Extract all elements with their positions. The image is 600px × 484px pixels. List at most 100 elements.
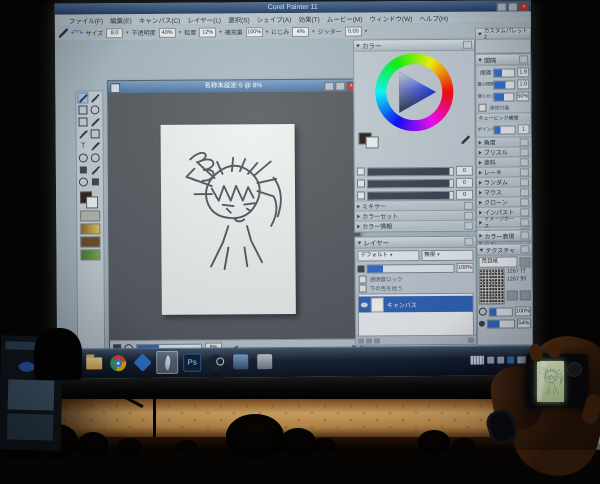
- scissors-tool-icon[interactable]: [78, 152, 89, 163]
- rotate-page-tool-icon[interactable]: [90, 152, 101, 163]
- layer-row-canvas[interactable]: キャンバス: [359, 296, 473, 313]
- brush-panel-rake[interactable]: レーキ: [477, 166, 531, 176]
- paper-selector[interactable]: [80, 210, 100, 221]
- chevron-down-icon[interactable]: ▾: [312, 28, 315, 34]
- color-info-panel-header[interactable]: カラー情報: [355, 220, 475, 231]
- delete-layer-button[interactable]: [468, 337, 474, 342]
- panel-menu-button[interactable]: [463, 41, 472, 49]
- paper-scale-value[interactable]: 100%: [515, 306, 531, 316]
- paint-bucket-tool-icon[interactable]: [90, 164, 101, 175]
- prop-bleed-value[interactable]: 4%: [292, 26, 309, 36]
- panel-menu-button[interactable]: [519, 55, 528, 63]
- magnifier-tool-icon[interactable]: [78, 176, 89, 187]
- taskbar-dropbox[interactable]: [132, 352, 152, 373]
- canvas-area[interactable]: [108, 92, 360, 342]
- panel-menu-button[interactable]: [520, 168, 529, 176]
- taskbar-painter-active[interactable]: [156, 351, 178, 374]
- panel-menu-button[interactable]: [520, 245, 529, 253]
- color-swatches[interactable]: [79, 191, 101, 207]
- canvas-page[interactable]: [161, 124, 296, 315]
- pattern-selector[interactable]: [80, 236, 100, 247]
- keyboard-layout-icon[interactable]: [470, 356, 484, 365]
- doc-minimize-button[interactable]: [324, 82, 334, 91]
- undo-redo-icons[interactable]: ↶↷: [71, 28, 82, 37]
- layer-opacity-slider[interactable]: [367, 263, 455, 273]
- prop-resat-value[interactable]: 100%: [246, 27, 263, 37]
- taskbar-app-8[interactable]: [230, 351, 250, 372]
- brush-panel-random[interactable]: ランダム: [477, 176, 531, 186]
- panel-menu-button[interactable]: [520, 208, 529, 216]
- additional-color-swatch[interactable]: [366, 136, 379, 148]
- color-wheel[interactable]: [375, 53, 454, 132]
- minimize-button[interactable]: [497, 3, 507, 12]
- panel-menu-button[interactable]: [520, 188, 529, 196]
- pickup-underlying-row[interactable]: 下の色を拾う: [359, 284, 473, 293]
- shape-select-tool-icon[interactable]: [90, 140, 101, 151]
- color-slider[interactable]: [367, 178, 454, 188]
- checkbox[interactable]: [478, 104, 486, 112]
- restore-button[interactable]: [508, 2, 518, 11]
- min-spacing-slider[interactable]: [493, 80, 515, 89]
- paper-scale-slider[interactable]: [489, 307, 513, 316]
- brush-panel-well[interactable]: 塗料: [477, 156, 531, 166]
- panel-menu-button[interactable]: [464, 221, 473, 229]
- panel-menu-button[interactable]: [520, 158, 529, 166]
- text-tool-icon[interactable]: T: [78, 140, 89, 151]
- chevron-down-icon[interactable]: ▾: [365, 28, 368, 34]
- menu-canvas[interactable]: キャンバス(C): [139, 14, 181, 24]
- rect-select-tool-icon[interactable]: [77, 104, 88, 115]
- tray-icon[interactable]: [487, 357, 494, 364]
- taskbar-photoshop[interactable]: Ps: [182, 352, 202, 373]
- panel-menu-button[interactable]: [521, 218, 530, 226]
- rect-shape-tool-icon[interactable]: [90, 128, 101, 139]
- eraser-tool-icon[interactable]: [78, 164, 89, 175]
- taskbar-steam[interactable]: [206, 351, 226, 372]
- crop-tool-icon[interactable]: [77, 116, 88, 127]
- menu-file[interactable]: ファイル(F): [69, 15, 103, 25]
- panel-menu-button[interactable]: [520, 231, 529, 239]
- preserve-transparency-row[interactable]: 透明度ロック: [359, 275, 473, 284]
- panel-menu-button[interactable]: [464, 238, 473, 246]
- collapse-arrow-icon[interactable]: [357, 241, 361, 244]
- layer-commands-button[interactable]: [374, 338, 380, 343]
- menu-help[interactable]: ヘルプ(H): [419, 12, 448, 22]
- custom-palette-header[interactable]: カスタムパレット 2: [476, 28, 530, 39]
- tray-icon[interactable]: [497, 357, 504, 364]
- damping-value[interactable]: 50%: [516, 91, 529, 101]
- panel-menu-button[interactable]: [520, 178, 529, 186]
- invert-paper-icon[interactable]: [507, 290, 518, 300]
- color-slider-value[interactable]: 0: [456, 166, 473, 176]
- point-slider[interactable]: [494, 125, 516, 134]
- panel-color-swatches[interactable]: [359, 132, 381, 146]
- min-spacing-value[interactable]: 1.0: [517, 79, 529, 89]
- chevron-down-icon[interactable]: ▾: [179, 29, 182, 35]
- prop-opacity-value[interactable]: 40%: [159, 27, 176, 37]
- pen-tool-icon[interactable]: [78, 128, 89, 139]
- taskbar-chrome[interactable]: [108, 352, 128, 373]
- color-slider-value[interactable]: 0: [456, 190, 473, 200]
- dropper-icon[interactable]: [462, 134, 471, 143]
- prop-grain-value[interactable]: 12%: [199, 27, 216, 37]
- dropper-tool-icon[interactable]: [89, 92, 100, 103]
- color-slider-value[interactable]: 0: [456, 178, 473, 188]
- brush-panel-angle[interactable]: 角度: [477, 136, 531, 146]
- continuous-deposition-row[interactable]: 連続付着: [478, 103, 528, 111]
- layers-panel-header[interactable]: レイヤー: [355, 237, 475, 249]
- prop-size-value[interactable]: 8.0: [106, 28, 123, 38]
- panel-menu-button[interactable]: [520, 138, 529, 146]
- panel-menu-button[interactable]: [520, 198, 529, 206]
- color-slider[interactable]: [367, 166, 454, 176]
- panel-menu-button[interactable]: [464, 211, 473, 219]
- collapse-arrow-icon[interactable]: [479, 248, 483, 251]
- color-slider[interactable]: [367, 190, 454, 200]
- color-panel-header[interactable]: カラー: [354, 40, 474, 52]
- paper-scale-icon[interactable]: [520, 290, 531, 300]
- panel-menu-button[interactable]: [520, 148, 529, 156]
- paper-contrast-slider[interactable]: [487, 319, 515, 328]
- spacing-value[interactable]: 1.9: [517, 67, 529, 77]
- collapse-arrow-icon[interactable]: [356, 44, 360, 47]
- close-button[interactable]: x: [519, 2, 529, 11]
- color-expression-header[interactable]: カラー表現: [477, 230, 531, 241]
- brush-tool-icon[interactable]: [77, 92, 88, 103]
- paper-contrast-value[interactable]: 54%: [517, 318, 531, 328]
